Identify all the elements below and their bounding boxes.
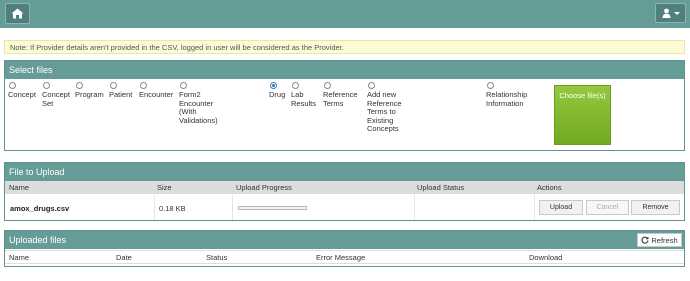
user-icon xyxy=(662,8,670,18)
radio-concept-set[interactable] xyxy=(43,82,50,89)
option-label: Program xyxy=(75,90,104,99)
uploaded-files-panel: Uploaded files Refresh Name Date Status … xyxy=(4,230,685,267)
file-to-upload-title: File to Upload xyxy=(5,163,684,181)
option-label: Form2 Encounter (With Validations) xyxy=(179,90,218,125)
home-button[interactable] xyxy=(5,3,30,24)
option-label: Drug xyxy=(269,90,286,99)
column-name: Name xyxy=(9,253,30,262)
uploaded-table-header: Name Date Status Error Message Download xyxy=(5,250,684,264)
column-upload-status: Upload Status xyxy=(417,183,465,192)
select-files-title: Select files xyxy=(5,61,684,79)
file-name: amox_drugs.csv xyxy=(10,204,70,213)
cancel-button[interactable]: Cancel xyxy=(586,200,629,215)
column-actions: Actions xyxy=(537,183,562,192)
column-date: Date xyxy=(116,253,132,262)
option-reference-terms[interactable]: Reference Terms xyxy=(323,82,363,108)
provider-note: Note: If Provider details aren't provide… xyxy=(4,40,685,54)
option-label: Lab Results xyxy=(291,90,317,108)
file-size: 0.18 KB xyxy=(159,204,186,213)
option-label: Concept xyxy=(8,90,36,99)
option-label: Concept Set xyxy=(42,90,70,108)
option-drug[interactable]: Drug xyxy=(269,82,291,100)
top-navbar xyxy=(0,0,690,28)
option-relationship-information[interactable]: Relationship Information xyxy=(486,82,536,108)
column-size: Size xyxy=(157,183,172,192)
option-label: Relationship Information xyxy=(486,90,528,108)
option-label: Patient xyxy=(109,90,133,99)
radio-encounter[interactable] xyxy=(140,82,147,89)
file-to-upload-panel: File to Upload Name Size Upload Progress… xyxy=(4,162,685,221)
option-patient[interactable]: Patient xyxy=(109,82,141,100)
option-lab-results[interactable]: Lab Results xyxy=(291,82,321,108)
radio-program[interactable] xyxy=(76,82,83,89)
option-add-reference-terms[interactable]: Add new Reference Terms to Existing Conc… xyxy=(367,82,407,134)
option-encounter[interactable]: Encounter xyxy=(139,82,179,100)
option-concept[interactable]: Concept xyxy=(8,82,42,100)
refresh-label: Refresh xyxy=(651,235,678,245)
home-icon xyxy=(11,8,24,19)
user-menu-button[interactable] xyxy=(655,3,686,23)
column-error-message: Error Message xyxy=(316,253,366,262)
radio-lab-results[interactable] xyxy=(292,82,299,89)
remove-button[interactable]: Remove xyxy=(631,200,680,215)
upload-progress-bar xyxy=(238,206,307,210)
upload-button[interactable]: Upload xyxy=(539,200,583,215)
table-row: amox_drugs.csv 0.18 KB Upload Cancel Rem… xyxy=(5,195,684,220)
column-name: Name xyxy=(9,183,30,192)
column-upload-progress: Upload Progress xyxy=(236,183,292,192)
option-program[interactable]: Program xyxy=(75,82,111,100)
upload-table-header: Name Size Upload Progress Upload Status … xyxy=(5,181,684,194)
column-download: Download xyxy=(529,253,563,262)
option-label: Encounter xyxy=(139,90,174,99)
radio-concept[interactable] xyxy=(9,82,16,89)
option-label: Add new Reference Terms to Existing Conc… xyxy=(367,90,402,133)
column-status: Status xyxy=(206,253,228,262)
refresh-button[interactable]: Refresh xyxy=(637,233,682,247)
option-form2-encounter[interactable]: Form2 Encounter (With Validations) xyxy=(179,82,229,125)
radio-patient[interactable] xyxy=(110,82,117,89)
radio-form2-encounter[interactable] xyxy=(180,82,187,89)
option-label: Reference Terms xyxy=(323,90,358,108)
radio-add-reference-terms[interactable] xyxy=(368,82,375,89)
refresh-icon xyxy=(641,236,649,244)
select-files-panel: Select files Concept Concept Set Program… xyxy=(4,60,685,151)
option-concept-set[interactable]: Concept Set xyxy=(42,82,74,108)
chevron-down-icon xyxy=(673,11,680,15)
choose-files-button[interactable]: Choose file(s) xyxy=(554,85,611,145)
uploaded-files-title: Uploaded files xyxy=(5,231,684,249)
radio-relationship-information[interactable] xyxy=(487,82,494,89)
radio-drug[interactable] xyxy=(270,82,277,89)
radio-reference-terms[interactable] xyxy=(324,82,331,89)
